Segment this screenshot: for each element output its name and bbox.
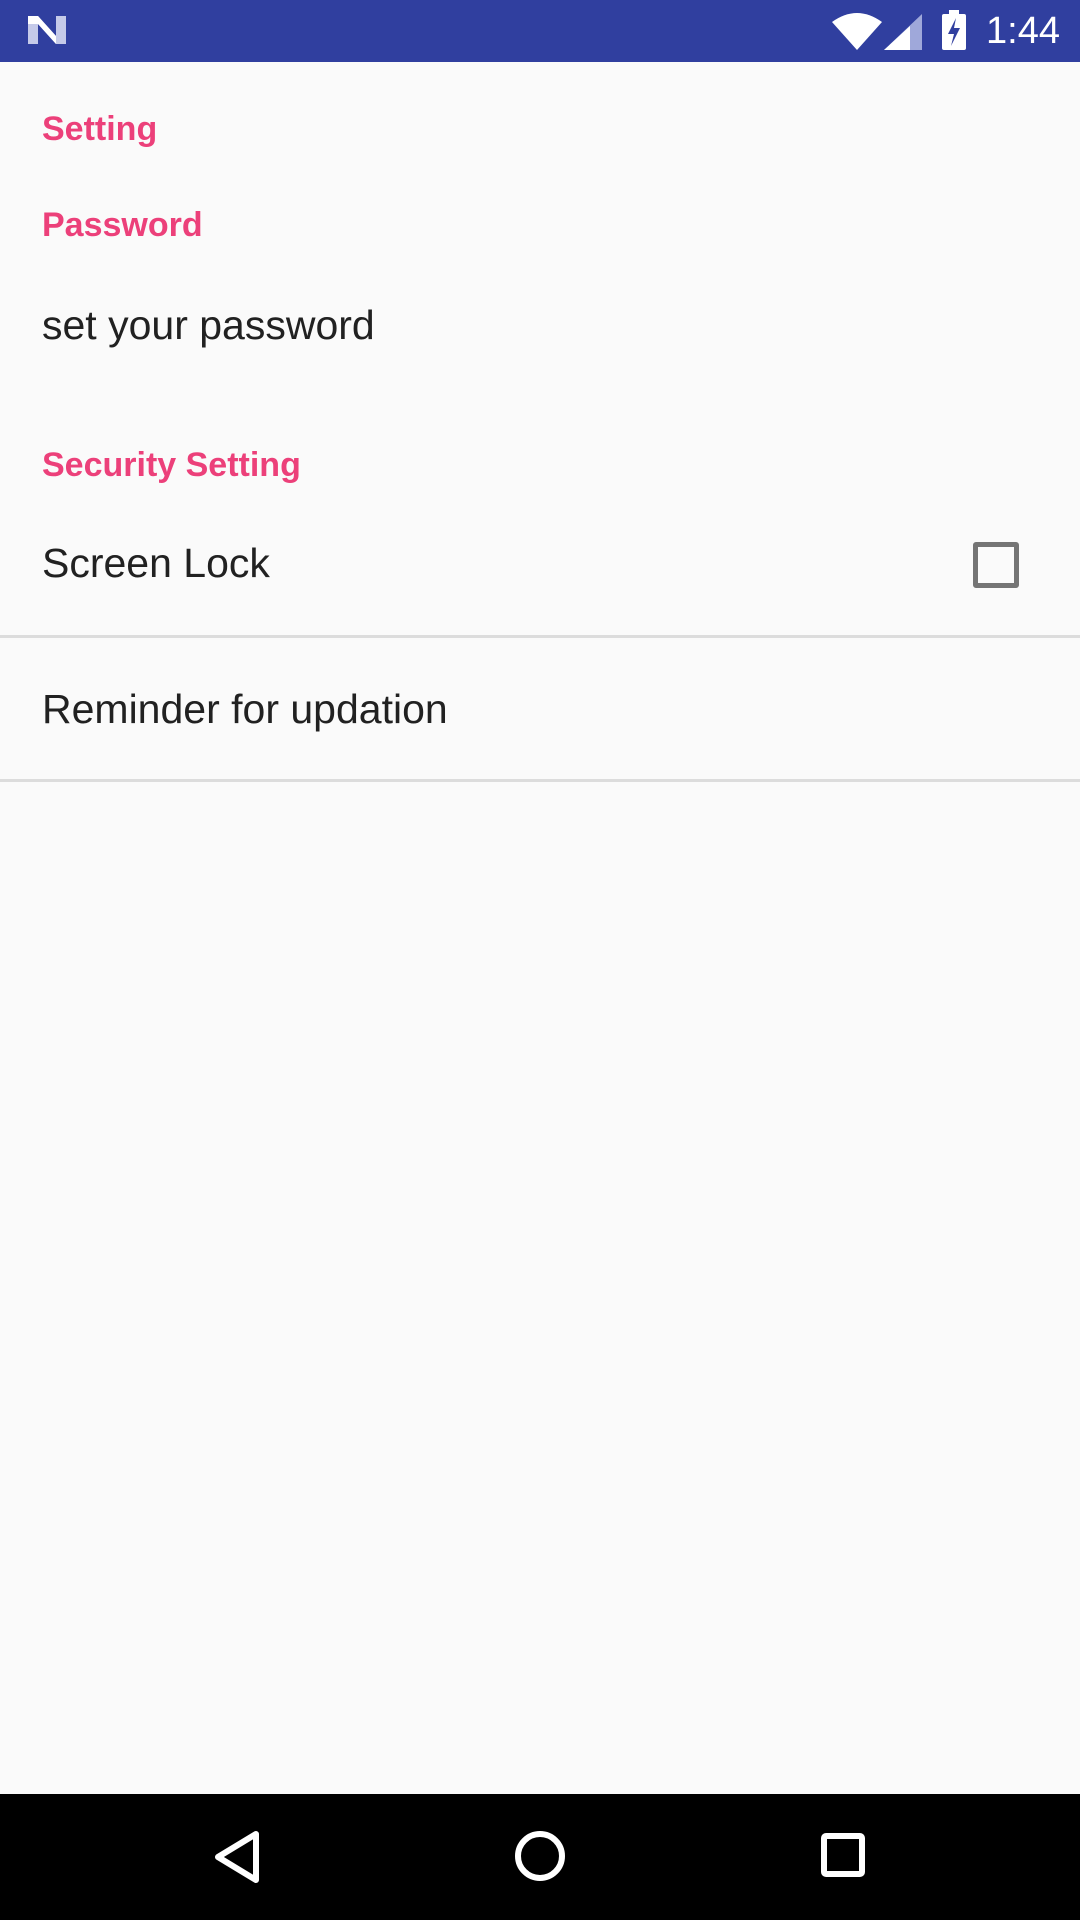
password-category: Password bbox=[42, 206, 203, 244]
divider bbox=[0, 779, 1080, 782]
screen-lock-item[interactable]: Screen Lock bbox=[0, 502, 1080, 632]
back-icon[interactable] bbox=[212, 1830, 262, 1884]
home-icon[interactable] bbox=[514, 1830, 566, 1882]
set-password-label: set your password bbox=[42, 302, 375, 348]
screen-lock-label: Screen Lock bbox=[42, 540, 270, 586]
wifi-icon bbox=[832, 13, 882, 50]
set-password-item[interactable]: set your password bbox=[0, 262, 1080, 402]
reminder-item[interactable]: Reminder for updation bbox=[0, 638, 1080, 778]
status-bar: 1:44 bbox=[0, 0, 1080, 62]
navigation-bar bbox=[0, 1794, 1080, 1920]
reminder-label: Reminder for updation bbox=[42, 686, 448, 732]
settings-screen: Setting Password set your password Secur… bbox=[0, 62, 1080, 1794]
security-category: Security Setting bbox=[42, 446, 301, 484]
status-time: 1:44 bbox=[986, 10, 1060, 52]
recents-icon[interactable] bbox=[820, 1832, 866, 1878]
battery-charging-icon bbox=[942, 10, 966, 50]
settings-header: Setting bbox=[42, 110, 158, 148]
cell-signal-icon bbox=[884, 14, 922, 50]
n-logo-icon bbox=[28, 16, 66, 44]
screen-lock-checkbox[interactable] bbox=[973, 542, 1019, 588]
